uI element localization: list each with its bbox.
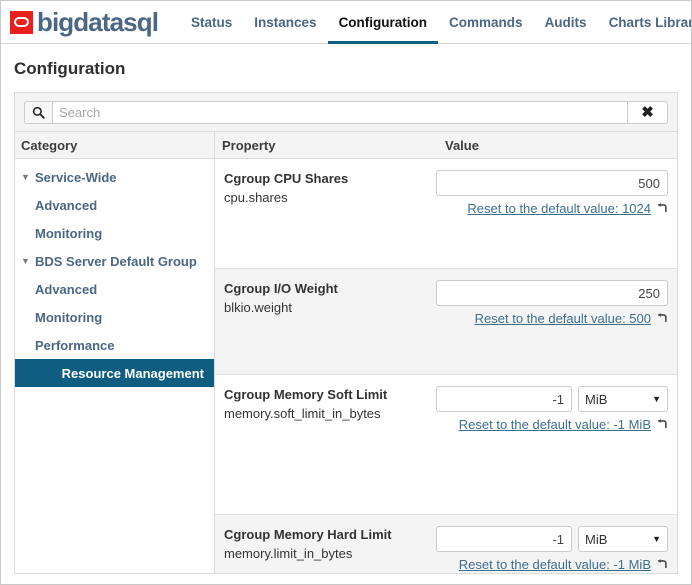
- undo-arrow-icon[interactable]: [656, 418, 668, 431]
- chevron-down-icon[interactable]: ▼: [21, 256, 35, 266]
- sidebar-item-label: Monitoring: [35, 225, 103, 241]
- brand-name: bigdatasql: [37, 7, 159, 37]
- sidebar-item-performance[interactable]: Performance: [15, 331, 214, 359]
- property-key: memory.soft_limit_in_bytes: [224, 406, 381, 421]
- sidebar-item-monitoring-bds[interactable]: Monitoring: [15, 303, 214, 331]
- sidebar-item-monitoring-service-wide[interactable]: Monitoring: [15, 219, 214, 247]
- sidebar-item-label: BDS Server Default Group: [35, 253, 197, 269]
- property-title: Cgroup CPU Shares: [224, 171, 349, 186]
- property-value-cell: Reset to the default value: 500: [436, 280, 668, 374]
- sidebar-item-label: Service-Wide: [35, 169, 117, 185]
- value-input-row: [436, 170, 668, 196]
- property-title: Cgroup Memory Hard Limit: [224, 527, 392, 542]
- unit-select-value: MiB: [585, 391, 608, 407]
- reset-row: Reset to the default value: -1 MiB: [436, 417, 668, 432]
- undo-arrow-icon[interactable]: [656, 202, 668, 215]
- property-value-cell: Reset to the default value: 1024: [436, 170, 668, 268]
- value-input[interactable]: [436, 280, 668, 306]
- value-input-row: MiB ▼: [436, 386, 668, 412]
- reset-default-link[interactable]: Reset to the default value: 1024: [467, 201, 651, 216]
- nav-tabs: Status Instances Configuration Commands …: [180, 1, 691, 44]
- tab-charts-library[interactable]: Charts Library: [598, 1, 691, 44]
- sidebar-item-advanced-service-wide[interactable]: Advanced: [15, 191, 214, 219]
- app-window: bigdatasql Status Instances Configuratio…: [0, 0, 692, 585]
- unit-select[interactable]: MiB ▼: [578, 526, 668, 552]
- search-input[interactable]: [52, 101, 628, 124]
- value-input[interactable]: [436, 170, 668, 196]
- value-input-row: MiB ▼: [436, 526, 668, 552]
- category-column-header: Category: [15, 132, 214, 159]
- tab-status[interactable]: Status: [180, 1, 243, 44]
- property-title: Cgroup I/O Weight: [224, 281, 338, 296]
- value-input[interactable]: [436, 386, 572, 412]
- search-bar: ✖: [24, 101, 668, 124]
- undo-arrow-icon[interactable]: [656, 558, 668, 571]
- close-x-icon[interactable]: ✖: [628, 101, 668, 124]
- property-name-cell: Cgroup I/O Weight blkio.weight: [224, 280, 436, 374]
- tab-commands[interactable]: Commands: [438, 1, 534, 44]
- property-name-cell: Cgroup Memory Hard Limit memory.limit_in…: [224, 526, 436, 573]
- configuration-table: Category ▼ Service-Wide Advanced Monitor…: [14, 131, 678, 574]
- category-tree: ▼ Service-Wide Advanced Monitoring ▼ BDS…: [15, 159, 214, 387]
- property-name-cell: Cgroup Memory Soft Limit memory.soft_lim…: [224, 386, 436, 514]
- sidebar-item-label: Performance: [35, 337, 115, 353]
- chevron-down-icon: ▼: [652, 394, 661, 404]
- value-input-row: [436, 280, 668, 306]
- property-value-cell: MiB ▼ Reset to the default value: -1 MiB: [436, 386, 668, 514]
- sidebar-item-service-wide[interactable]: ▼ Service-Wide: [15, 163, 214, 191]
- brand-logo-group[interactable]: bigdatasql: [10, 7, 159, 37]
- sidebar-item-label: Monitoring: [35, 309, 103, 325]
- table-row: Cgroup CPU Shares cpu.shares Reset to th…: [215, 159, 677, 269]
- sidebar-item-resource-management[interactable]: Resource Management: [15, 359, 214, 387]
- property-name-cell: Cgroup CPU Shares cpu.shares: [224, 170, 436, 268]
- page-title: Configuration: [14, 59, 126, 78]
- sidebar-item-bds-server-default-group[interactable]: ▼ BDS Server Default Group: [15, 247, 214, 275]
- property-key: blkio.weight: [224, 300, 292, 315]
- oracle-ring-icon: [10, 10, 33, 34]
- reset-default-link[interactable]: Reset to the default value: -1 MiB: [459, 417, 651, 432]
- property-column-header: Property: [222, 137, 276, 153]
- category-column: Category ▼ Service-Wide Advanced Monitor…: [15, 132, 215, 573]
- unit-select[interactable]: MiB ▼: [578, 386, 668, 412]
- search-toolbar: ✖: [14, 92, 678, 131]
- reset-default-link[interactable]: Reset to the default value: 500: [475, 311, 651, 326]
- property-title: Cgroup Memory Soft Limit: [224, 387, 388, 402]
- tab-instances[interactable]: Instances: [243, 1, 327, 44]
- reset-row: Reset to the default value: 1024: [436, 201, 668, 216]
- tab-configuration[interactable]: Configuration: [327, 1, 439, 44]
- value-column-header: Value: [445, 137, 479, 153]
- sidebar-item-label: Advanced: [35, 197, 98, 213]
- value-input[interactable]: [436, 526, 572, 552]
- reset-row: Reset to the default value: -1 MiB: [436, 557, 668, 572]
- property-value-cell: MiB ▼ Reset to the default value: -1 MiB: [436, 526, 668, 573]
- tab-audits[interactable]: Audits: [534, 1, 598, 44]
- sidebar-item-label: Advanced: [35, 281, 98, 297]
- properties-column-headers: Property Value: [215, 132, 677, 159]
- sidebar-item-label: Resource Management: [61, 365, 204, 381]
- table-row: Cgroup I/O Weight blkio.weight Reset to …: [215, 269, 677, 375]
- reset-row: Reset to the default value: 500: [436, 311, 668, 326]
- sidebar-item-advanced-bds[interactable]: Advanced: [15, 275, 214, 303]
- unit-select-value: MiB: [585, 531, 608, 547]
- chevron-down-icon: ▼: [652, 534, 661, 544]
- chevron-down-icon[interactable]: ▼: [21, 172, 35, 182]
- property-key: cpu.shares: [224, 190, 288, 205]
- top-navigation-bar: bigdatasql Status Instances Configuratio…: [1, 1, 691, 44]
- reset-default-link[interactable]: Reset to the default value: -1 MiB: [459, 557, 651, 572]
- search-icon[interactable]: [24, 101, 52, 124]
- properties-column: Property Value Cgroup CPU Shares cpu.sha…: [215, 132, 677, 573]
- property-key: memory.limit_in_bytes: [224, 546, 353, 561]
- table-row: Cgroup Memory Hard Limit memory.limit_in…: [215, 515, 677, 573]
- undo-arrow-icon[interactable]: [656, 312, 668, 325]
- table-row: Cgroup Memory Soft Limit memory.soft_lim…: [215, 375, 677, 515]
